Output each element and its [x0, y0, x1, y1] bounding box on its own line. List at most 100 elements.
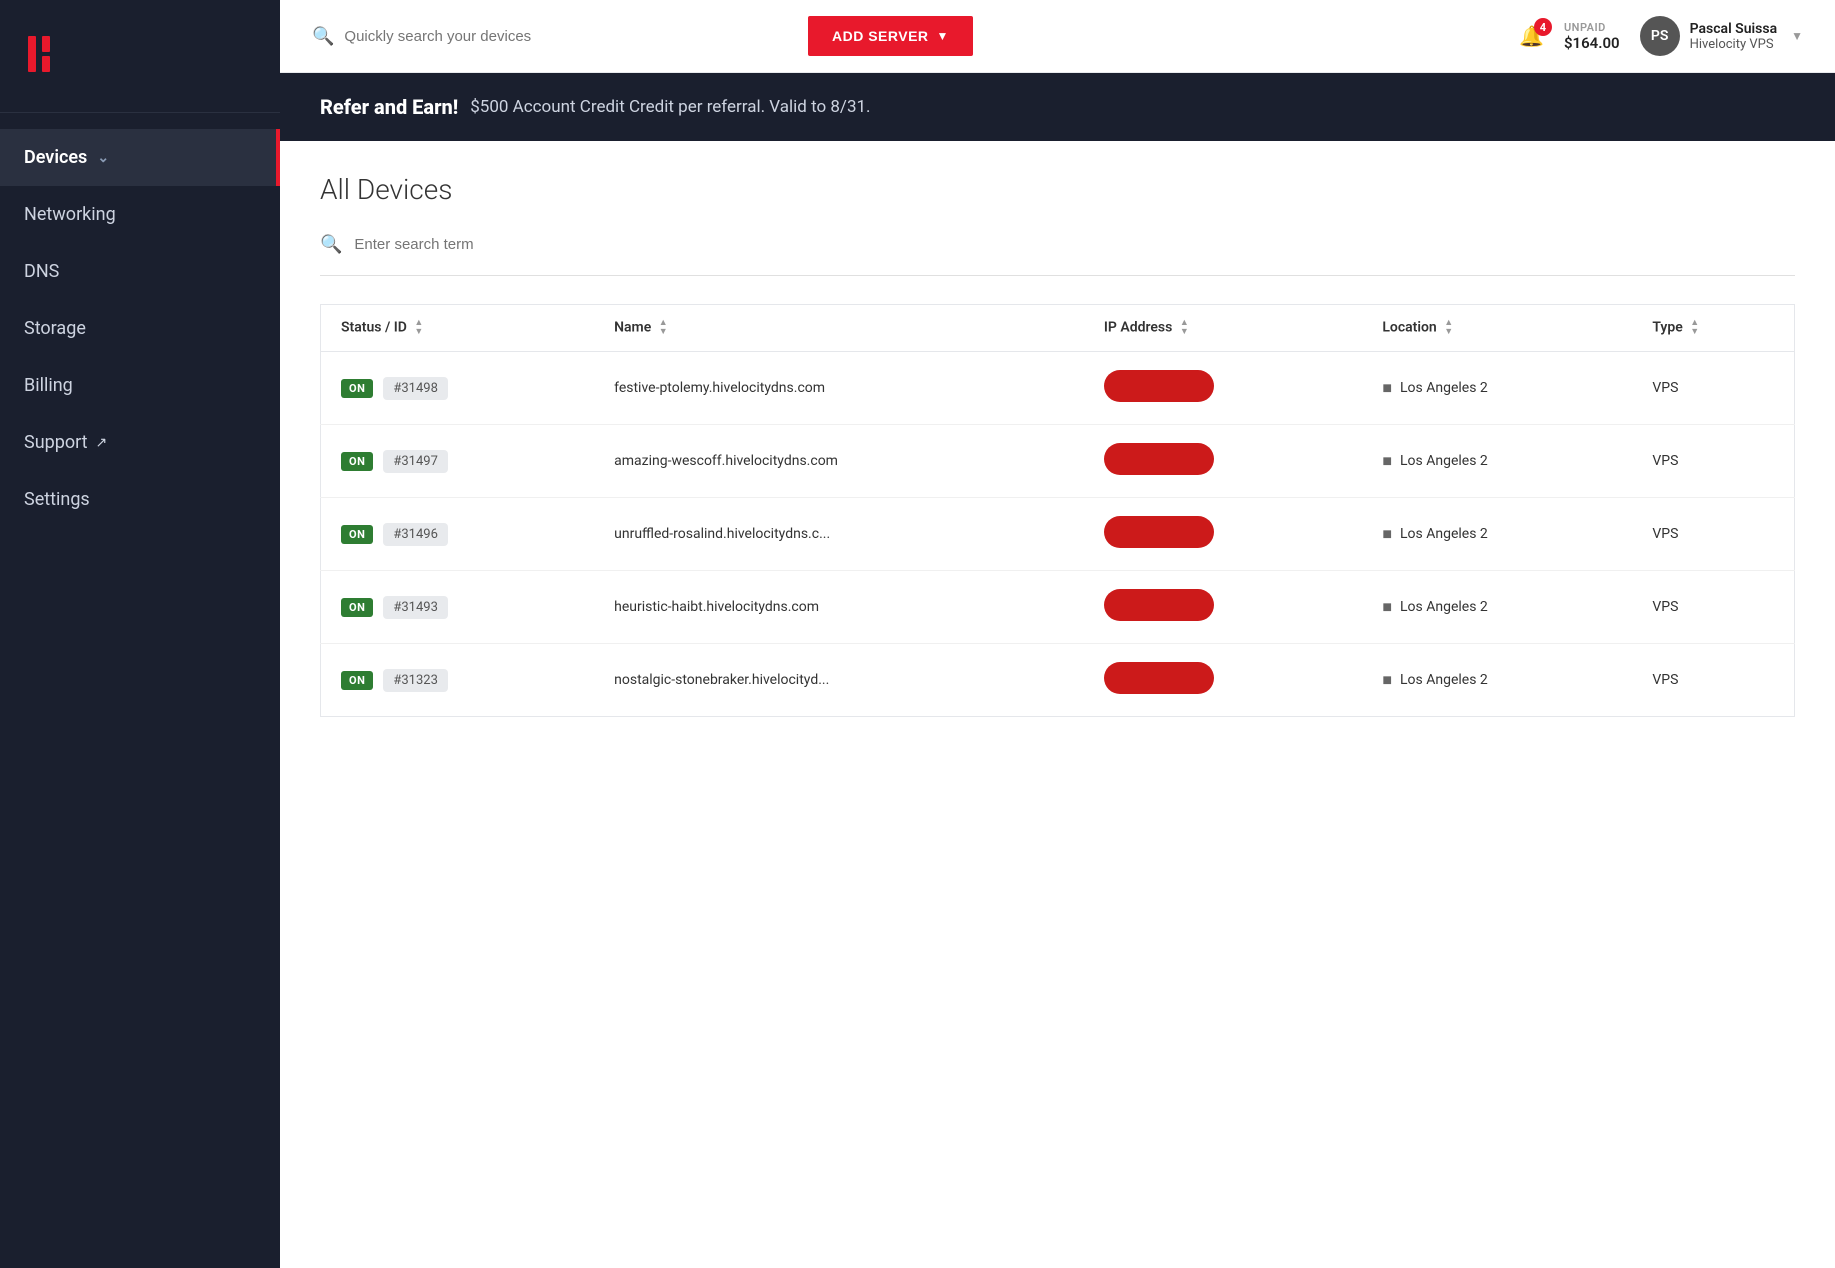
cell-status-1: ON #31497	[321, 425, 595, 498]
column-header-ip[interactable]: IP Address ▲▼	[1084, 305, 1362, 352]
user-info: Pascal Suissa Hivelocity VPS	[1690, 21, 1777, 52]
column-header-type[interactable]: Type ▲▼	[1632, 305, 1794, 352]
chevron-down-icon: ⌄	[97, 150, 109, 166]
cell-name-3: heuristic-haibt.hivelocitydns.com	[594, 571, 1084, 644]
sidebar-item-devices[interactable]: Devices ⌄	[0, 129, 280, 186]
avatar: PS	[1640, 16, 1680, 56]
page-title: All Devices	[320, 173, 1795, 206]
sidebar-item-label-storage: Storage	[24, 318, 86, 339]
sidebar-nav: Devices ⌄ Networking DNS Storage Billing…	[0, 113, 280, 1268]
sort-arrows-type: ▲▼	[1690, 319, 1699, 337]
sidebar-item-label-dns: DNS	[24, 261, 59, 282]
cell-ip-4	[1084, 644, 1362, 717]
billing-amount: $164.00	[1564, 34, 1620, 52]
cell-location-4: ■ Los Angeles 2	[1362, 644, 1632, 717]
sort-arrows-ip: ▲▼	[1180, 319, 1189, 337]
sort-arrows-name: ▲▼	[659, 319, 668, 337]
topbar: 🔍 ADD SERVER ▼ 🔔 4 UNPAID $164.00 PS Pas…	[280, 0, 1835, 73]
table-row[interactable]: ON #31497 amazing-wescoff.hivelocitydns.…	[321, 425, 1795, 498]
status-cell-4: ON #31323	[341, 669, 574, 692]
on-badge-3: ON	[341, 598, 373, 617]
device-search-input[interactable]	[354, 236, 654, 253]
search-icon: 🔍	[312, 26, 334, 47]
location-text-3: Los Angeles 2	[1400, 599, 1488, 615]
cell-status-0: ON #31498	[321, 352, 595, 425]
notification-bell[interactable]: 🔔 4	[1519, 24, 1544, 48]
location-text-2: Los Angeles 2	[1400, 526, 1488, 542]
sidebar-item-label-billing: Billing	[24, 375, 73, 396]
on-badge-2: ON	[341, 525, 373, 544]
add-server-chevron-icon: ▼	[937, 29, 949, 43]
cell-location-0: ■ Los Angeles 2	[1362, 352, 1632, 425]
device-search-icon: 🔍	[320, 234, 342, 255]
column-header-status[interactable]: Status / ID ▲▼	[321, 305, 595, 352]
location-text-1: Los Angeles 2	[1400, 453, 1488, 469]
topbar-search-area: 🔍	[312, 26, 792, 47]
status-cell-3: ON #31493	[341, 596, 574, 619]
sidebar: Devices ⌄ Networking DNS Storage Billing…	[0, 0, 280, 1268]
on-badge-4: ON	[341, 671, 373, 690]
cell-status-3: ON #31493	[321, 571, 595, 644]
device-id-0: #31498	[383, 377, 448, 400]
sidebar-item-networking[interactable]: Networking	[0, 186, 280, 243]
cell-ip-3	[1084, 571, 1362, 644]
main-content: 🔍 ADD SERVER ▼ 🔔 4 UNPAID $164.00 PS Pas…	[280, 0, 1835, 1268]
sidebar-item-support[interactable]: Support ↗	[0, 414, 280, 471]
referral-banner: Refer and Earn! $500 Account Credit Cred…	[280, 73, 1835, 141]
page-body: All Devices 🔍 Status / ID ▲▼ Name	[280, 141, 1835, 749]
sidebar-logo-area	[0, 0, 280, 113]
cell-ip-1	[1084, 425, 1362, 498]
cell-status-2: ON #31496	[321, 498, 595, 571]
sidebar-item-billing[interactable]: Billing	[0, 357, 280, 414]
cell-name-1: amazing-wescoff.hivelocitydns.com	[594, 425, 1084, 498]
table-row[interactable]: ON #31323 nostalgic-stonebraker.hiveloci…	[321, 644, 1795, 717]
cell-type-1: VPS	[1632, 425, 1794, 498]
billing-info: UNPAID $164.00	[1564, 21, 1620, 52]
table-row[interactable]: ON #31493 heuristic-haibt.hivelocitydns.…	[321, 571, 1795, 644]
devices-table: Status / ID ▲▼ Name ▲▼ IP Address ▲▼ L	[320, 304, 1795, 717]
server-icon-2: ■	[1382, 524, 1392, 544]
user-area[interactable]: PS Pascal Suissa Hivelocity VPS ▼	[1640, 16, 1803, 56]
server-icon-1: ■	[1382, 451, 1392, 471]
device-id-2: #31496	[383, 523, 448, 546]
add-server-button[interactable]: ADD SERVER ▼	[808, 16, 973, 56]
server-icon-0: ■	[1382, 378, 1392, 398]
sidebar-item-storage[interactable]: Storage	[0, 300, 280, 357]
sort-arrows-location: ▲▼	[1444, 319, 1453, 337]
location-cell-0: ■ Los Angeles 2	[1382, 378, 1612, 398]
location-text-0: Los Angeles 2	[1400, 380, 1488, 396]
sidebar-item-label-networking: Networking	[24, 204, 116, 225]
status-cell-2: ON #31496	[341, 523, 574, 546]
table-row[interactable]: ON #31496 unruffled-rosalind.hivelocityd…	[321, 498, 1795, 571]
sidebar-item-settings[interactable]: Settings	[0, 471, 280, 528]
device-id-3: #31493	[383, 596, 448, 619]
column-header-location[interactable]: Location ▲▼	[1362, 305, 1632, 352]
logo-icon	[24, 28, 76, 80]
location-cell-3: ■ Los Angeles 2	[1382, 597, 1612, 617]
location-cell-1: ■ Los Angeles 2	[1382, 451, 1612, 471]
table-row[interactable]: ON #31498 festive-ptolemy.hivelocitydns.…	[321, 352, 1795, 425]
server-icon-3: ■	[1382, 597, 1392, 617]
cell-status-4: ON #31323	[321, 644, 595, 717]
cell-name-4: nostalgic-stonebraker.hivelocityd...	[594, 644, 1084, 717]
sort-arrows-status: ▲▼	[414, 319, 423, 337]
cell-type-4: VPS	[1632, 644, 1794, 717]
topbar-search-input[interactable]	[344, 28, 792, 45]
cell-name-0: festive-ptolemy.hivelocitydns.com	[594, 352, 1084, 425]
ip-pill-3	[1104, 589, 1214, 621]
status-cell-1: ON #31497	[341, 450, 574, 473]
cell-type-0: VPS	[1632, 352, 1794, 425]
sidebar-item-dns[interactable]: DNS	[0, 243, 280, 300]
topbar-right: 🔔 4 UNPAID $164.00 PS Pascal Suissa Hive…	[1519, 16, 1803, 56]
ip-pill-1	[1104, 443, 1214, 475]
ip-pill-0	[1104, 370, 1214, 402]
notification-badge: 4	[1534, 18, 1552, 36]
status-cell-0: ON #31498	[341, 377, 574, 400]
external-link-icon: ↗	[96, 435, 108, 451]
cell-type-2: VPS	[1632, 498, 1794, 571]
location-text-4: Los Angeles 2	[1400, 672, 1488, 688]
device-id-4: #31323	[383, 669, 448, 692]
column-header-name[interactable]: Name ▲▼	[594, 305, 1084, 352]
sidebar-item-label-devices: Devices	[24, 147, 87, 168]
sidebar-item-label-settings: Settings	[24, 489, 90, 510]
